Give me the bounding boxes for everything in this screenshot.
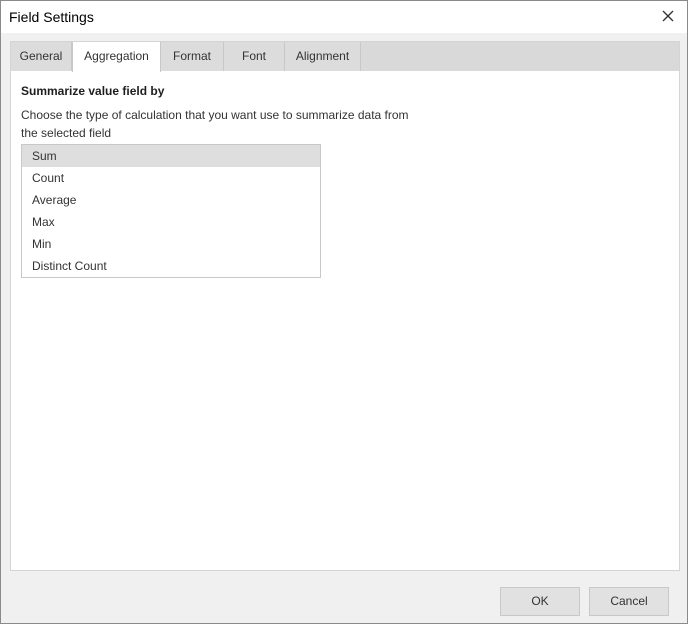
tab-format[interactable]: Format (161, 42, 224, 71)
tab-strip: General Aggregation Format Font Alignmen… (11, 42, 679, 72)
aggregation-content: Summarize value field by Choose the type… (21, 82, 671, 278)
list-item-count[interactable]: Count (22, 167, 320, 189)
section-heading: Summarize value field by (21, 84, 165, 98)
title-bar: Field Settings (1, 1, 687, 33)
list-item-sum[interactable]: Sum (22, 145, 320, 167)
close-icon (662, 10, 674, 22)
tab-alignment[interactable]: Alignment (285, 42, 361, 71)
list-item-average[interactable]: Average (22, 189, 320, 211)
ok-button[interactable]: OK (500, 587, 580, 616)
tab-general[interactable]: General (11, 42, 72, 71)
list-item-max[interactable]: Max (22, 211, 320, 233)
close-button[interactable] (655, 5, 681, 27)
field-settings-dialog: Field Settings General Aggregation Forma… (0, 0, 688, 624)
settings-panel: General Aggregation Format Font Alignmen… (10, 41, 680, 571)
list-item-min[interactable]: Min (22, 233, 320, 255)
tab-aggregation[interactable]: Aggregation (72, 42, 161, 72)
aggregation-listbox[interactable]: Sum Count Average Max Min Distinct Count (21, 144, 321, 278)
dialog-title: Field Settings (9, 9, 94, 25)
list-item-distinct-count[interactable]: Distinct Count (22, 255, 320, 277)
section-description: Choose the type of calculation that you … (21, 108, 409, 140)
cancel-button[interactable]: Cancel (589, 587, 669, 616)
tab-font[interactable]: Font (224, 42, 285, 71)
